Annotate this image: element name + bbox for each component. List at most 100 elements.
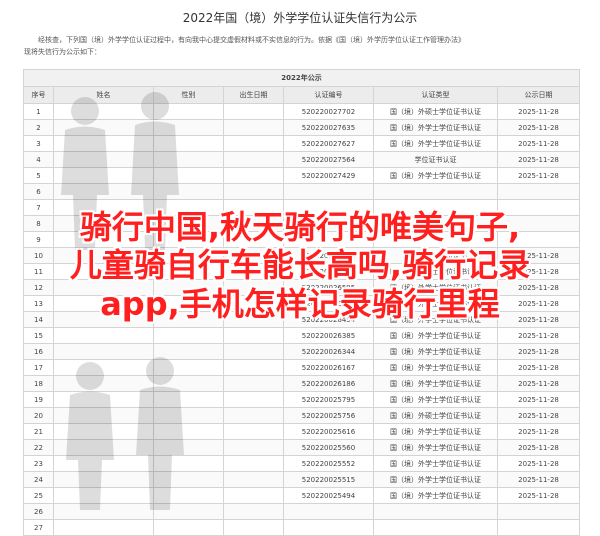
certification-type: 国（境）外学士学位证书认证 bbox=[373, 375, 498, 392]
certification-id: 520220027702 bbox=[283, 103, 374, 120]
row-number: 17 bbox=[23, 359, 54, 376]
certification-id: 520220027635 bbox=[283, 119, 374, 136]
certification-id: 520220025515 bbox=[283, 471, 374, 488]
row-number: 20 bbox=[23, 407, 54, 424]
certification-type: 国（境）外学士学位证书认证 bbox=[373, 487, 498, 504]
birth-date-cell bbox=[223, 503, 284, 520]
row-number: 18 bbox=[23, 375, 54, 392]
certification-id: 520220026186 bbox=[283, 375, 374, 392]
publish-date bbox=[496, 183, 581, 200]
publish-date: 2025-11-28 bbox=[496, 391, 581, 408]
certification-type: 国（境）外学士学位证书认证 bbox=[373, 471, 498, 488]
birth-date-cell bbox=[223, 391, 284, 408]
certification-id bbox=[283, 183, 374, 200]
gender-cell bbox=[153, 327, 224, 344]
certification-id: 520220025552 bbox=[283, 455, 374, 472]
row-number: 19 bbox=[23, 391, 54, 408]
certification-type: 学位证书认证 bbox=[373, 151, 498, 168]
publish-date: 2025-11-28 bbox=[496, 455, 581, 472]
birth-date-cell bbox=[223, 167, 284, 184]
birth-date-cell bbox=[223, 183, 284, 200]
certification-id: 520220027564 bbox=[283, 151, 374, 168]
certification-id: 520220025560 bbox=[283, 439, 374, 456]
publish-date: 2025-11-28 bbox=[496, 407, 581, 424]
certification-type: 国（境）外学士学位证书认证 bbox=[373, 327, 498, 344]
overlay-headline-line-1: 骑行中国,秋天骑行的唯美句子, bbox=[79, 208, 521, 246]
birth-date-cell bbox=[223, 151, 284, 168]
row-number: 2 bbox=[23, 119, 54, 136]
certification-type: 国（境）外硕士学位证书认证 bbox=[373, 103, 498, 120]
birth-date-cell bbox=[223, 135, 284, 152]
page-title: 2022年国（境）外学学位认证失信行为公示 bbox=[182, 11, 418, 25]
publish-date: 2025-11-28 bbox=[496, 359, 581, 376]
certification-type: 国（境）外硕士学位证书认证 bbox=[373, 407, 498, 424]
publish-date: 2025-11-28 bbox=[496, 327, 581, 344]
certification-id: 520220027429 bbox=[283, 167, 374, 184]
birth-date-cell bbox=[223, 359, 284, 376]
birth-date-cell bbox=[223, 423, 284, 440]
row-number: 1 bbox=[23, 103, 54, 120]
certification-id: 520220025616 bbox=[283, 423, 374, 440]
publish-date: 2025-11-28 bbox=[496, 119, 581, 136]
certification-type: 国（境）外学士学位证书认证 bbox=[373, 423, 498, 440]
table-row: 16 520220026344 国（境）外学士学位证书认证 2025-11-28 bbox=[23, 343, 581, 360]
birth-date-cell bbox=[223, 375, 284, 392]
birth-date-cell bbox=[223, 103, 284, 120]
certification-type bbox=[373, 503, 498, 520]
certification-type: 国（境）外学士学位证书认证 bbox=[373, 455, 498, 472]
publish-date: 2025-11-28 bbox=[496, 471, 581, 488]
row-number: 15 bbox=[23, 327, 54, 344]
table-row: 15 520220026385 国（境）外学士学位证书认证 2025-11-28 bbox=[23, 327, 581, 344]
table-caption: 2022年公示 bbox=[22, 69, 581, 87]
person-silhouette-watermark bbox=[136, 357, 184, 510]
certification-type: 国（境）外学士学位证书认证 bbox=[373, 119, 498, 136]
publish-date: 2025-11-28 bbox=[496, 439, 581, 456]
intro-line-1: 经核查，下列国（境）外学学位认证过程中，有向我中心提交虚假材料或不实信息的行为。… bbox=[38, 36, 465, 44]
intro-text: 经核查，下列国（境）外学学位认证过程中，有向我中心提交虚假材料或不实信息的行为。… bbox=[24, 34, 580, 58]
certification-id: 520220026167 bbox=[283, 359, 374, 376]
publish-date: 2025-11-28 bbox=[496, 343, 581, 360]
certification-type bbox=[373, 183, 498, 200]
row-number: 26 bbox=[23, 503, 54, 520]
publish-date bbox=[496, 503, 581, 520]
row-number: 22 bbox=[23, 439, 54, 456]
certification-id: 520220026344 bbox=[283, 343, 374, 360]
certification-type: 国（境）外学士学位证书认证 bbox=[373, 439, 498, 456]
certification-id: 520220026385 bbox=[283, 327, 374, 344]
birth-date-cell bbox=[223, 343, 284, 360]
publish-date: 2025-11-28 bbox=[496, 151, 581, 168]
row-number: 16 bbox=[23, 343, 54, 360]
publish-date: 2025-11-28 bbox=[496, 135, 581, 152]
publish-date: 2025-11-28 bbox=[496, 423, 581, 440]
row-number: 4 bbox=[23, 151, 54, 168]
row-number: 25 bbox=[23, 487, 54, 504]
row-number: 23 bbox=[23, 455, 54, 472]
publish-date: 2025-11-28 bbox=[496, 167, 581, 184]
birth-date-cell bbox=[223, 487, 284, 504]
birth-date-cell bbox=[223, 327, 284, 344]
certification-type: 国（境）外学士学位证书认证 bbox=[373, 135, 498, 152]
overlay-headline-line-3: app,手机怎样记录骑行里程 bbox=[100, 285, 500, 323]
row-number: 6 bbox=[23, 183, 54, 200]
birth-date-cell bbox=[223, 407, 284, 424]
birth-date-cell bbox=[223, 455, 284, 472]
certification-type: 国（境）外学士学位证书认证 bbox=[373, 391, 498, 408]
row-number: 24 bbox=[23, 471, 54, 488]
column-header: 出生日期 bbox=[223, 86, 284, 104]
birth-date-cell bbox=[223, 439, 284, 456]
intro-line-2: 现将失信行为公示如下： bbox=[24, 48, 101, 56]
row-number: 5 bbox=[23, 167, 54, 184]
certification-type: 国（境）外学士学位证书认证 bbox=[373, 343, 498, 360]
certification-id: 520220025494 bbox=[283, 487, 374, 504]
publish-date: 2025-11-28 bbox=[496, 103, 581, 120]
certification-type: 国（境）外学士学位证书认证 bbox=[373, 359, 498, 376]
person-silhouette-watermark bbox=[66, 362, 114, 510]
certification-id bbox=[283, 503, 374, 520]
column-header: 认证编号 bbox=[283, 86, 374, 104]
overlay-headline-line-2: 儿童骑自行车能长高吗,骑行记录 bbox=[69, 246, 531, 284]
certification-type: 国（境）外学士学位证书认证 bbox=[373, 167, 498, 184]
birth-date-cell bbox=[223, 119, 284, 136]
column-header: 认证类型 bbox=[373, 86, 498, 104]
row-number: 21 bbox=[23, 423, 54, 440]
column-header: 公示日期 bbox=[496, 86, 581, 104]
